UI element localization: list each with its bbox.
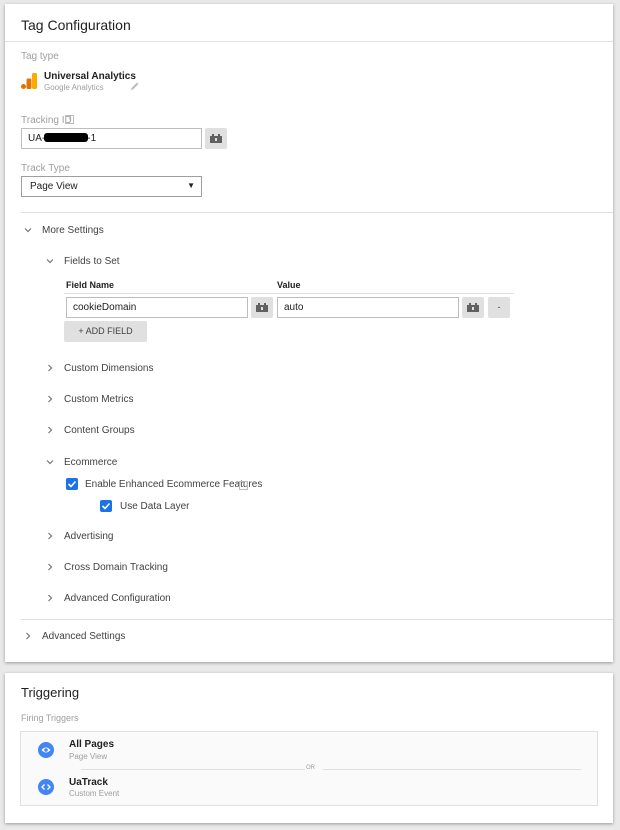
trigger-name: All Pages (69, 739, 115, 750)
redaction-mark (44, 133, 89, 142)
code-icon (38, 779, 54, 795)
section-label: Custom Metrics (64, 394, 134, 405)
section-label: Content Groups (64, 425, 135, 436)
advanced-settings-toggle[interactable]: Advanced Settings (21, 628, 221, 644)
advanced-settings-label: Advanced Settings (42, 631, 126, 642)
fields-to-set-label: Fields to Set (64, 256, 120, 267)
checkmark-icon (67, 480, 77, 488)
advertising-toggle[interactable]: Advertising (43, 528, 243, 544)
tag-type-label: Tag type (21, 51, 59, 62)
help-icon[interactable]: ? (239, 481, 248, 490)
chevron-right-icon (45, 363, 55, 373)
trigger-type: Page View (69, 752, 108, 761)
section-label: Ecommerce (64, 457, 118, 468)
chevron-right-icon (45, 531, 55, 541)
enhanced-ecommerce-label: Enable Enhanced Ecommerce Features (85, 479, 263, 490)
fields-to-set-toggle[interactable]: Fields to Set (43, 253, 243, 269)
chevron-right-icon (23, 631, 33, 641)
tag-name: Universal Analytics (44, 71, 136, 82)
eye-icon (38, 742, 54, 758)
chevron-right-icon (45, 562, 55, 572)
trigger-list: All Pages Page View OR UaTrack Custom Ev… (20, 731, 598, 806)
track-type-label: Track Type (21, 163, 70, 174)
trigger-name: UaTrack (69, 777, 108, 788)
field-value-input[interactable]: auto (277, 297, 459, 318)
chevron-right-icon (45, 425, 55, 435)
triggering-card: Triggering Firing Triggers All Pages Pag… (5, 673, 613, 823)
section-label: Custom Dimensions (64, 363, 154, 374)
field-name-input[interactable]: cookieDomain (66, 297, 248, 318)
add-field-button[interactable]: + ADD FIELD (64, 321, 147, 342)
variable-icon (256, 303, 268, 312)
chevron-right-icon (45, 593, 55, 603)
cross-domain-toggle[interactable]: Cross Domain Tracking (43, 559, 243, 575)
chevron-down-icon (45, 457, 55, 467)
variable-icon (467, 303, 479, 312)
tracking-id-input[interactable]: UA- -1 (21, 128, 202, 149)
divider (21, 619, 613, 620)
custom-metrics-toggle[interactable]: Custom Metrics (43, 391, 243, 407)
edit-pencil-icon[interactable] (130, 78, 140, 90)
trigger-item[interactable]: All Pages Page View (21, 732, 597, 768)
tag-configuration-card: Tag Configuration Tag type Universal Ana… (5, 4, 613, 662)
card-title: Triggering (21, 685, 80, 700)
chevron-down-icon (45, 256, 55, 266)
ecommerce-toggle[interactable]: Ecommerce (43, 454, 243, 470)
variable-picker-button[interactable] (462, 297, 484, 318)
more-settings-label: More Settings (42, 225, 104, 236)
content-groups-toggle[interactable]: Content Groups (43, 422, 243, 438)
dropdown-arrow-icon: ▼ (187, 181, 195, 190)
divider (21, 212, 613, 213)
variable-icon (210, 134, 222, 143)
tag-vendor: Google Analytics (44, 83, 104, 92)
help-icon[interactable]: ? (65, 115, 74, 124)
field-name-header: Field Name (66, 280, 115, 290)
section-label: Advanced Configuration (64, 593, 171, 604)
variable-picker-button[interactable] (251, 297, 273, 318)
advanced-configuration-toggle[interactable]: Advanced Configuration (43, 590, 243, 606)
divider (5, 41, 613, 42)
tracking-id-prefix: UA- (28, 133, 46, 144)
trigger-item[interactable]: UaTrack Custom Event (21, 770, 597, 806)
card-title: Tag Configuration (21, 17, 131, 33)
divider (64, 293, 514, 294)
use-data-layer-checkbox[interactable] (100, 500, 112, 512)
enhanced-ecommerce-checkbox[interactable] (66, 478, 78, 490)
google-analytics-icon (21, 73, 37, 89)
use-data-layer-label: Use Data Layer (120, 501, 190, 512)
variable-picker-button[interactable] (205, 128, 227, 149)
custom-dimensions-toggle[interactable]: Custom Dimensions (43, 360, 243, 376)
remove-field-button[interactable]: - (488, 297, 510, 318)
chevron-down-icon (23, 225, 33, 235)
checkmark-icon (101, 502, 111, 510)
tracking-id-suffix: -1 (87, 133, 97, 144)
track-type-select[interactable]: Page View ▼ (21, 176, 202, 197)
section-label: Advertising (64, 531, 114, 542)
section-label: Cross Domain Tracking (64, 562, 168, 573)
value-header: Value (277, 280, 301, 290)
chevron-right-icon (45, 394, 55, 404)
track-type-value: Page View (30, 181, 78, 192)
firing-triggers-label: Firing Triggers (21, 713, 79, 723)
trigger-type: Custom Event (69, 789, 120, 798)
more-settings-toggle[interactable]: More Settings (21, 222, 221, 238)
